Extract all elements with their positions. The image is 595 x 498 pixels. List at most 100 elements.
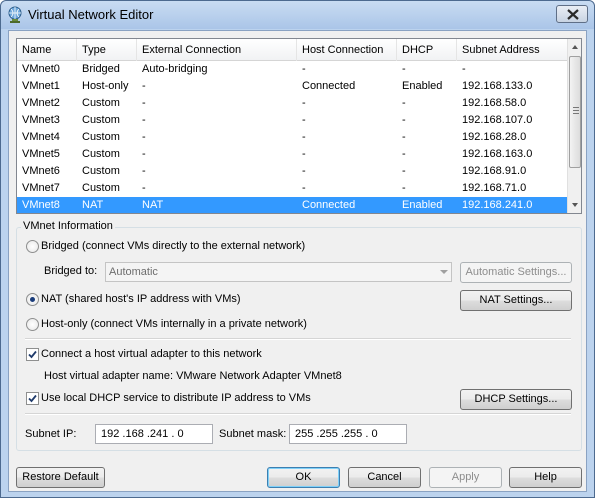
scroll-down-button[interactable] [568,197,581,213]
cell-type: Custom [82,97,120,109]
cell-dhcp: - [402,148,406,160]
nat-radio[interactable] [26,293,39,306]
cell-name: VMnet6 [22,165,60,177]
table-row[interactable]: VMnet0 Bridged Auto-bridging - - - [17,61,567,78]
cell-type: Custom [82,165,120,177]
table-row[interactable]: VMnet1 Host-only - Connected Enabled 192.168.… [17,78,567,95]
bridged-radio[interactable] [26,240,39,253]
list-header: Name Type External Connection Host Conne… [17,39,567,61]
table-row[interactable]: VMnet4 Custom - - - 192.168.28.0 [17,129,567,146]
cell-name: VMnet4 [22,131,60,143]
cell-dhcp: - [402,63,406,75]
cell-external-connection: - [142,114,146,126]
cell-subnet-address: 192.168.91.0 [462,165,527,177]
cell-dhcp: - [402,97,406,109]
adapter-name-label: Host virtual adapter name: VMware Networ… [44,370,342,382]
nat-settings-button[interactable]: NAT Settings... [460,290,572,311]
cell-host-connection: - [302,148,306,160]
dhcp-label[interactable]: Use local DHCP service to distribute IP … [41,392,311,404]
cell-name: VMnet8 [22,199,60,211]
table-row[interactable]: VMnet2 Custom - - - 192.168.58.0 [17,95,567,112]
close-button[interactable] [556,5,588,23]
subnet-mask-label: Subnet mask: [219,428,287,440]
cell-external-connection: - [142,80,146,92]
cell-dhcp: Enabled [402,80,443,92]
scroll-thumb[interactable] [569,56,581,168]
host-only-radio[interactable] [26,318,39,331]
separator [25,338,571,340]
column-header-external-connection[interactable]: External Connection [137,39,297,61]
cell-host-connection: - [302,63,306,75]
cell-host-connection: - [302,182,306,194]
cell-external-connection: - [142,97,146,109]
list-scrollbar[interactable] [567,39,581,213]
cell-subnet-address: 192.168.71.0 [462,182,527,194]
scroll-up-icon [572,45,578,49]
cell-subnet-address: 192.168.241.0 [462,199,533,211]
table-row[interactable]: VMnet5 Custom - - - 192.168.163.0 [17,146,567,163]
cell-dhcp: - [402,182,406,194]
scroll-up-button[interactable] [568,39,581,55]
cell-subnet-address: - [462,63,466,75]
cell-name: VMnet7 [22,182,60,194]
checkmark-icon [28,350,37,359]
virtual-network-editor-window: Virtual Network Editor Name Type Externa… [0,0,595,498]
cell-external-connection: - [142,182,146,194]
connect-adapter-label[interactable]: Connect a host virtual adapter to this n… [41,348,262,360]
table-row[interactable]: VMnet6 Custom - - - 192.168.91.0 [17,163,567,180]
nat-label[interactable]: NAT (shared host's IP address with VMs) [41,293,241,305]
cell-type: Custom [82,114,120,126]
bridged-to-value: Automatic [109,266,158,278]
subnet-ip-label: Subnet IP: [25,428,77,440]
cell-dhcp: - [402,165,406,177]
window-title: Virtual Network Editor [28,7,154,22]
restore-default-button[interactable]: Restore Default [16,467,105,488]
subnet-ip-input[interactable]: 192 .168 .241 . 0 [95,424,213,444]
help-button[interactable]: Help [509,467,582,488]
bridged-label[interactable]: Bridged (connect VMs directly to the ext… [41,240,305,252]
network-list[interactable]: Name Type External Connection Host Conne… [16,38,582,214]
cell-external-connection: - [142,148,146,160]
column-header-subnet-address[interactable]: Subnet Address [457,39,567,61]
bridged-to-select[interactable]: Automatic [105,262,452,282]
cell-subnet-address: 192.168.163.0 [462,148,533,160]
cell-host-connection: - [302,165,306,177]
group-title: VMnet Information [21,220,115,232]
cell-dhcp: - [402,114,406,126]
table-row[interactable]: VMnet3 Custom - - - 192.168.107.0 [17,112,567,129]
column-header-type[interactable]: Type [77,39,137,61]
network-globe-icon [8,6,22,23]
bridged-to-label: Bridged to: [44,265,98,277]
dhcp-checkbox[interactable] [26,392,39,405]
title-bar[interactable]: Virtual Network Editor [1,1,594,29]
automatic-settings-button[interactable]: Automatic Settings... [460,262,572,283]
column-header-name[interactable]: Name [17,39,77,61]
host-only-label[interactable]: Host-only (connect VMs internally in a p… [41,318,307,330]
ok-button[interactable]: OK [267,467,340,488]
cell-subnet-address: 192.168.28.0 [462,131,527,143]
cell-external-connection: - [142,131,146,143]
cell-type: Host-only [82,80,129,92]
cancel-button[interactable]: Cancel [348,467,421,488]
column-header-dhcp[interactable]: DHCP [397,39,457,61]
dhcp-settings-button[interactable]: DHCP Settings... [460,389,572,410]
cell-type: NAT [82,199,104,211]
cell-name: VMnet0 [22,63,60,75]
column-header-host-connection[interactable]: Host Connection [297,39,397,61]
cell-subnet-address: 192.168.133.0 [462,80,533,92]
connect-adapter-checkbox[interactable] [26,348,39,361]
cell-type: Custom [82,131,120,143]
chevron-down-icon [440,270,448,274]
apply-button[interactable]: Apply [429,467,502,488]
table-row[interactable]: VMnet7 Custom - - - 192.168.71.0 [17,180,567,197]
cell-subnet-address: 192.168.107.0 [462,114,533,126]
scroll-down-icon [572,203,578,207]
subnet-mask-input[interactable]: 255 .255 .255 . 0 [289,424,407,444]
cell-dhcp: Enabled [402,199,443,211]
cell-external-connection: - [142,165,146,177]
cell-dhcp: - [402,131,406,143]
cell-type: Custom [82,182,120,194]
checkmark-icon [28,394,37,403]
table-row[interactable]: VMnet8 NAT NAT Connected Enabled 192.168.241.… [17,197,567,213]
cell-subnet-address: 192.168.58.0 [462,97,527,109]
